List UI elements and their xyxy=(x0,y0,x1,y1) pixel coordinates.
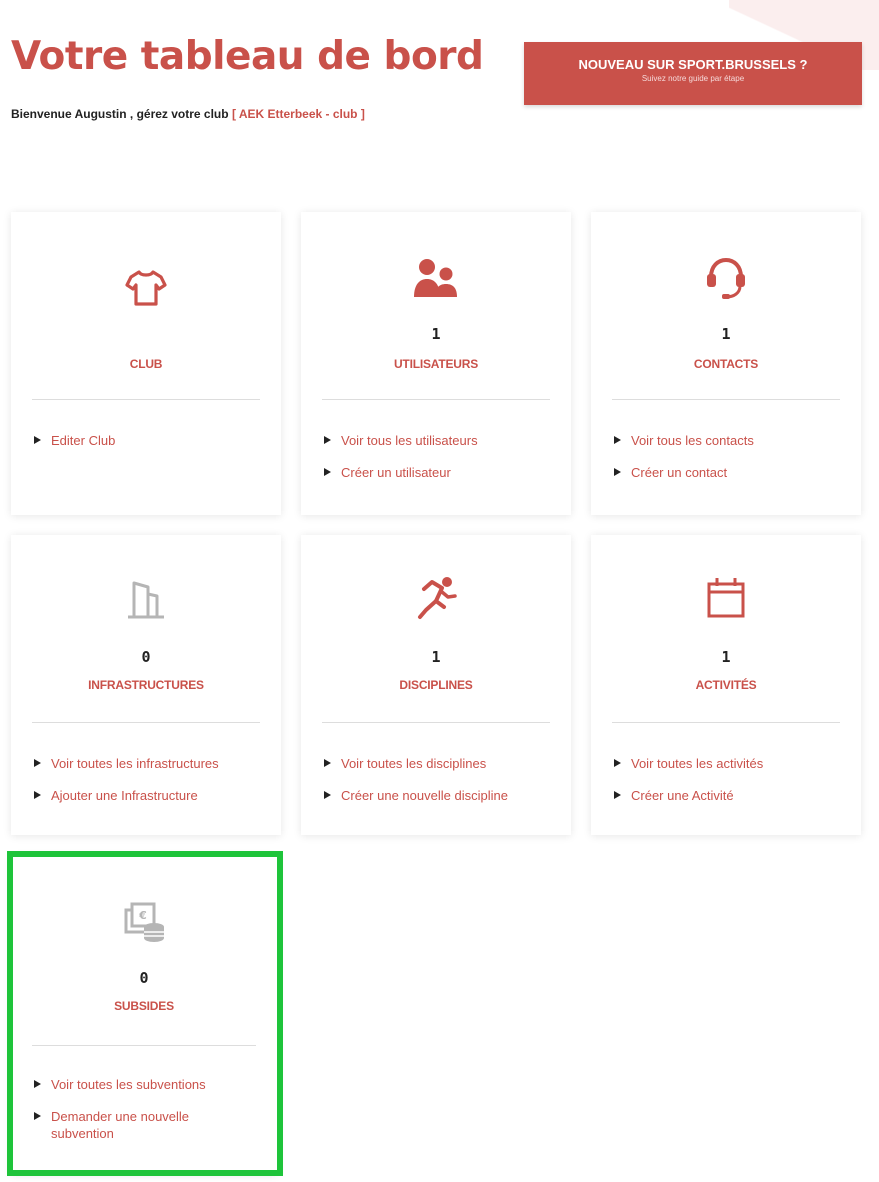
link-label: Voir toutes les disciplines xyxy=(341,756,487,771)
link-list: Voir toutes les disciplines Créer une no… xyxy=(322,755,559,819)
arrow-right-icon xyxy=(614,759,621,767)
link-label: Editer Club xyxy=(51,433,116,448)
card-users: 1 UTILISATEURS Voir tous les utilisateur… xyxy=(301,212,571,515)
card-count: 0 xyxy=(139,969,149,987)
link-view-subsidies[interactable]: Voir toutes les subventions xyxy=(32,1076,265,1093)
link-list: Voir toutes les subventions Demander une… xyxy=(32,1076,265,1157)
link-request-subsidy[interactable]: Demander une nouvelle subvention xyxy=(32,1108,265,1142)
link-create-user[interactable]: Créer un utilisateur xyxy=(322,464,559,481)
card-activities: 1 ACTIVITÉS Voir toutes les activités Cr… xyxy=(591,535,861,835)
headset-icon xyxy=(702,253,750,301)
card-label: ACTIVITÉS xyxy=(695,678,757,692)
link-add-infrastructure[interactable]: Ajouter une Infrastructure xyxy=(32,787,269,804)
link-list: Voir tous les contacts Créer un contact xyxy=(612,432,849,496)
arrow-right-icon xyxy=(34,791,41,799)
arrow-right-icon xyxy=(34,436,41,444)
card-count: 1 xyxy=(721,648,731,666)
arrow-right-icon xyxy=(324,791,331,799)
link-list: Voir toutes les infrastructures Ajouter … xyxy=(32,755,269,819)
link-label: Voir tous les contacts xyxy=(631,433,754,448)
card-count: 1 xyxy=(431,648,441,666)
link-create-discipline[interactable]: Créer une nouvelle discipline xyxy=(322,787,559,804)
link-view-disciplines[interactable]: Voir toutes les disciplines xyxy=(322,755,559,772)
divider xyxy=(612,722,840,723)
link-edit-club[interactable]: Editer Club xyxy=(32,432,269,449)
link-list: Voir tous les utilisateurs Créer un util… xyxy=(322,432,559,496)
link-label: Voir toutes les activités xyxy=(631,756,764,771)
link-create-contact[interactable]: Créer un contact xyxy=(612,464,849,481)
arrow-right-icon xyxy=(324,436,331,444)
card-count: 1 xyxy=(721,325,731,343)
money-coins-icon: € xyxy=(120,897,168,945)
card-count: 0 xyxy=(141,648,151,666)
link-list: Editer Club xyxy=(32,432,269,464)
arrow-right-icon xyxy=(34,759,41,767)
divider xyxy=(322,399,550,400)
arrow-right-icon xyxy=(324,468,331,476)
card-label: CLUB xyxy=(129,357,163,371)
arrow-right-icon xyxy=(34,1080,41,1088)
link-create-activity[interactable]: Créer une Activité xyxy=(612,787,849,804)
divider xyxy=(612,399,840,400)
link-label: Créer une Activité xyxy=(631,788,734,803)
link-label: Voir toutes les infrastructures xyxy=(51,756,219,771)
arrow-right-icon xyxy=(614,436,621,444)
card-count: 1 xyxy=(431,325,441,343)
link-label: Ajouter une Infrastructure xyxy=(51,788,198,803)
divider xyxy=(322,722,550,723)
card-infrastructures: 0 INFRASTRUCTURES Voir toutes les infras… xyxy=(11,535,281,835)
card-disciplines: 1 DISCIPLINES Voir toutes les discipline… xyxy=(301,535,571,835)
users-icon xyxy=(412,254,460,302)
arrow-right-icon xyxy=(614,468,621,476)
arrow-right-icon xyxy=(324,759,331,767)
link-view-activities[interactable]: Voir toutes les activités xyxy=(612,755,849,772)
card-label: UTILISATEURS xyxy=(393,357,479,371)
card-subsidies: € 0 SUBSIDES Voir toutes les subventions… xyxy=(11,856,277,1174)
divider xyxy=(32,1045,256,1046)
guide-button-subtitle: Suivez notre guide par étape xyxy=(641,74,745,83)
divider xyxy=(32,399,260,400)
welcome-text: Bienvenue Augustin , gérez votre club [ … xyxy=(11,107,365,121)
club-link[interactable]: [ AEK Etterbeek - club ] xyxy=(232,107,365,121)
link-label: Créer une nouvelle discipline xyxy=(341,788,508,803)
card-club: CLUB Editer Club xyxy=(11,212,281,515)
svg-text:€: € xyxy=(138,909,147,922)
arrow-right-icon xyxy=(614,791,621,799)
new-user-guide-button[interactable]: NOUVEAU SUR SPORT.BRUSSELS ? Suivez notr… xyxy=(524,42,862,105)
card-label: DISCIPLINES xyxy=(399,678,473,692)
building-icon xyxy=(122,573,170,621)
card-label: SUBSIDES xyxy=(114,999,174,1013)
link-label: Voir tous les utilisateurs xyxy=(341,433,478,448)
card-contacts: 1 CONTACTS Voir tous les contacts Créer … xyxy=(591,212,861,515)
link-view-infrastructures[interactable]: Voir toutes les infrastructures xyxy=(32,755,269,772)
card-label: INFRASTRUCTURES xyxy=(88,678,204,692)
link-view-users[interactable]: Voir tous les utilisateurs xyxy=(322,432,559,449)
arrow-right-icon xyxy=(34,1112,41,1120)
runner-icon xyxy=(412,573,460,621)
tshirt-icon xyxy=(122,263,170,311)
welcome-prefix: Bienvenue Augustin , gérez votre club xyxy=(11,107,232,121)
calendar-icon xyxy=(702,573,750,621)
guide-button-title: NOUVEAU SUR SPORT.BRUSSELS ? xyxy=(578,57,808,72)
link-label: Créer un utilisateur xyxy=(341,465,451,480)
link-label: Créer un contact xyxy=(631,465,728,480)
link-label: Demander une nouvelle subvention xyxy=(51,1109,190,1141)
link-view-contacts[interactable]: Voir tous les contacts xyxy=(612,432,849,449)
card-label: CONTACTS xyxy=(693,357,759,371)
page-title: Votre tableau de bord xyxy=(11,34,484,79)
link-list: Voir toutes les activités Créer une Acti… xyxy=(612,755,849,819)
divider xyxy=(32,722,260,723)
link-label: Voir toutes les subventions xyxy=(51,1077,206,1092)
